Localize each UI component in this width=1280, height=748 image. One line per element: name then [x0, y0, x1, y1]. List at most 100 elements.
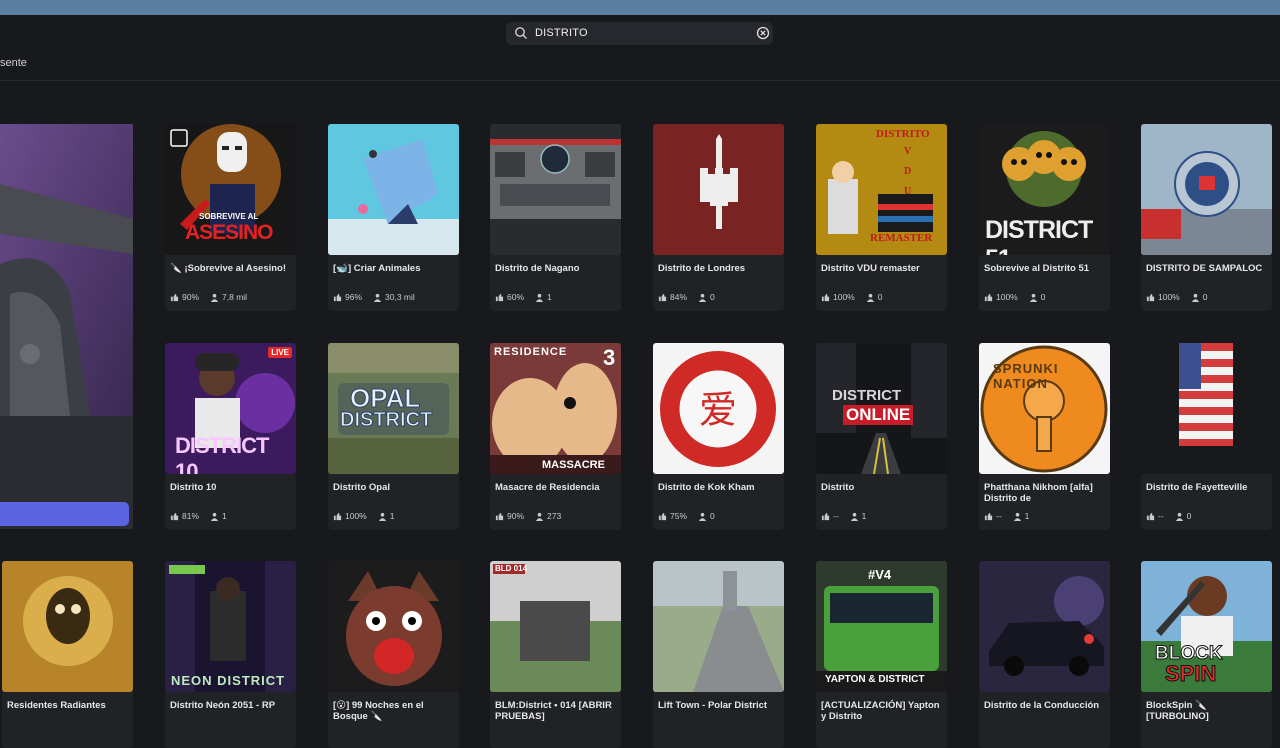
game-meta: Distrito de Londres 84% 0 [653, 255, 784, 311]
player-count: 0 [1040, 292, 1046, 302]
like-ratio: 90% [507, 511, 525, 521]
player-count: 1 [1024, 511, 1030, 521]
player-count: 0 [1202, 292, 1208, 302]
search-bar[interactable]: DISTRITO [506, 22, 773, 45]
game-title: Distrito 10 [170, 482, 217, 493]
game-title: Distrito de Nagano [495, 263, 580, 274]
game-thumbnail: RESIDENCE 3 MASSACRE [490, 343, 621, 474]
thumbs-up-icon [1146, 293, 1155, 301]
like-ratio: 84% [670, 292, 688, 302]
game-meta: Distrito 10 81% 1 [165, 474, 296, 530]
players-icon [1191, 293, 1199, 302]
thumbs-up-icon [333, 293, 342, 301]
game-meta: Distrito Opal 100% 1 [328, 474, 459, 530]
players-icon [373, 293, 382, 302]
game-title: Residentes Radiantes [7, 700, 106, 711]
game-thumbnail: 爱 [653, 343, 784, 474]
player-count: 0 [877, 292, 883, 302]
search-icon [515, 27, 527, 39]
game-thumbnail [328, 124, 459, 255]
game-thumbnail [653, 124, 784, 255]
like-ratio: 75% [670, 511, 688, 521]
players-icon [866, 293, 874, 302]
browser-top-strip [0, 0, 1280, 15]
thumbs-up-icon [821, 512, 830, 520]
header-bar: DISTRITO sente [0, 15, 1280, 81]
game-title: Distrito Opal [333, 482, 391, 493]
game-title: [😮] 99 Noches en el Bosque 🔪 [333, 700, 424, 722]
game-thumbnail [1141, 343, 1272, 474]
game-title: Distrito de Kok Kham [658, 482, 755, 493]
like-ratio: 100% [345, 511, 367, 521]
game-thumbnail: DISTRICT ONLINE [816, 343, 947, 474]
game-meta: Distrito Neón 2051 - RP [165, 692, 296, 748]
like-ratio: 100% [996, 292, 1018, 302]
tab-presente[interactable]: sente [0, 57, 27, 69]
player-count: 1 [389, 511, 395, 521]
players-icon [1013, 512, 1021, 521]
clear-search-icon[interactable] [756, 26, 770, 40]
game-meta: DISTRITO DE SAMPALOC 100% 0 [1141, 255, 1272, 311]
player-count: 30,3 mil [385, 292, 415, 302]
player-count: 7,8 mil [222, 292, 248, 302]
like-ratio: -- [996, 511, 1002, 521]
game-meta: 🔪 ¡Sobrevive al Asesino! 90% 7,8 mil [165, 255, 296, 311]
thumbs-up-icon [821, 293, 830, 301]
game-thumbnail: OPAL DISTRICT [328, 343, 459, 474]
game-title: BLM:District • 014 [ABRIR PRUEBAS] [495, 700, 612, 722]
game-thumbnail [2, 561, 133, 692]
game-title: Distrito de Londres [658, 263, 746, 274]
game-meta: [ACTUALIZACIÓN] Yapton y Distrito [816, 692, 947, 748]
game-meta: Distrito VDU remaster 100% 0 [816, 255, 947, 311]
like-ratio: 100% [1158, 292, 1180, 302]
game-thumbnail: BLOCK SPIN [1141, 561, 1272, 692]
featured-game-art [0, 124, 133, 416]
game-title: Distrito [821, 482, 855, 493]
thumbs-up-icon [1146, 512, 1155, 520]
game-meta: Residentes Radiantes [2, 692, 133, 748]
game-thumbnail: BLD 014 [490, 561, 621, 692]
players-icon [1029, 293, 1037, 302]
player-count: 273 [547, 511, 562, 521]
game-meta: BlockSpin 🔪 [TURBOLINO] [1141, 692, 1272, 748]
players-icon [210, 293, 219, 302]
game-meta: Masacre de Residencia 90% 273 [490, 474, 621, 530]
game-thumbnail [653, 561, 784, 692]
game-meta: BLM:District • 014 [ABRIR PRUEBAS] [490, 692, 621, 748]
like-ratio: 100% [833, 292, 855, 302]
players-icon [698, 512, 707, 521]
game-thumbnail: DISTRITO VDU REMASTER [816, 124, 947, 255]
live-badge: LIVE [268, 347, 292, 358]
game-meta: Distrito de la Conducción [979, 692, 1110, 748]
thumbs-up-icon [170, 293, 179, 301]
game-meta: [🐋] Criar Animales 96% 30,3 mil [328, 255, 459, 311]
featured-game-card[interactable] [0, 124, 133, 529]
thumbs-up-icon [984, 512, 993, 520]
game-title: 🔪 ¡Sobrevive al Asesino! [170, 263, 287, 274]
game-title: [ACTUALIZACIÓN] Yapton y Distrito [821, 700, 940, 722]
player-count: 1 [547, 292, 552, 302]
game-meta: Sobrevive al Distrito 51 100% 0 [979, 255, 1110, 311]
game-thumbnail: #V4 YAPTON & DISTRICT [816, 561, 947, 692]
search-input[interactable]: DISTRITO [535, 27, 588, 39]
thumbs-up-icon [333, 512, 342, 520]
game-title: DISTRITO DE SAMPALOC [1146, 263, 1263, 274]
game-meta: Distrito de Nagano 60% 1 [490, 255, 621, 311]
game-meta: Phatthana Nikhom [alfa] Distrito de -- 1 [979, 474, 1110, 530]
game-thumbnail [1141, 124, 1272, 255]
thumbs-up-icon [170, 512, 179, 520]
players-icon [535, 293, 544, 302]
game-title: Distrito de Fayetteville [1146, 482, 1248, 493]
players-icon [850, 512, 858, 521]
game-title: Phatthana Nikhom [alfa] Distrito de [984, 482, 1093, 504]
game-thumbnail [979, 561, 1110, 692]
game-meta: Distrito de Kok Kham 75% 0 [653, 474, 784, 530]
player-count: 0 [710, 292, 715, 302]
players-icon [698, 293, 707, 302]
thumbs-up-icon [658, 512, 667, 520]
play-button[interactable] [0, 502, 129, 526]
game-meta: Lift Town - Polar District [653, 692, 784, 748]
game-meta: Distrito de Fayetteville -- 0 [1141, 474, 1272, 530]
players-icon [210, 512, 219, 521]
players-icon [378, 512, 386, 521]
